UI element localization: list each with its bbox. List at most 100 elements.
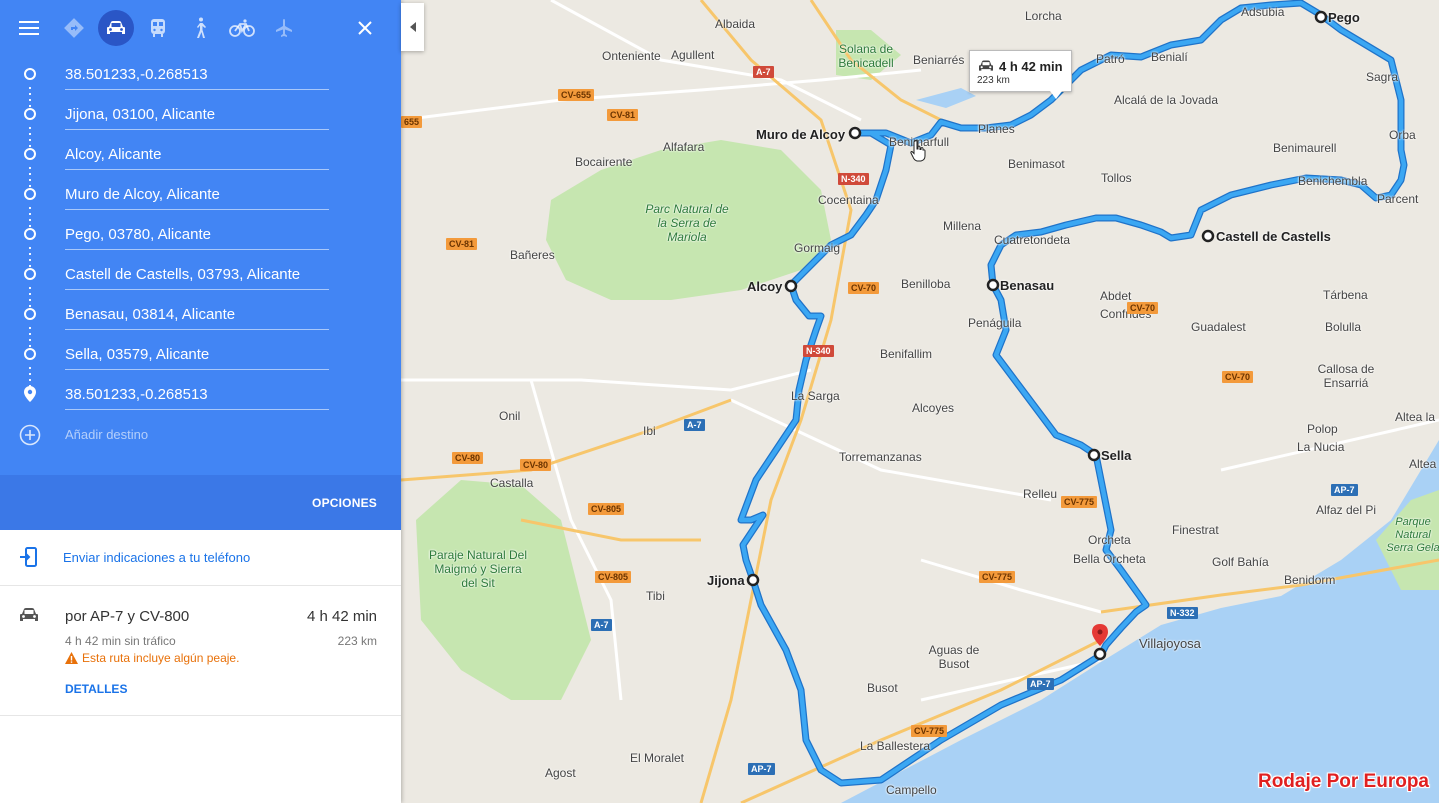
place-label: Campello — [886, 783, 937, 797]
road-shield: CV-775 — [1061, 496, 1098, 508]
waypoint-row: Benasau, 03814, Alicante — [0, 295, 401, 347]
place-label: Benimasot — [1008, 157, 1065, 171]
route-distance: 223 km — [337, 634, 377, 648]
callout-distance: 223 km — [977, 75, 1010, 86]
road-shield: CV-70 — [1222, 371, 1254, 383]
place-label: Cuatretondeta — [994, 233, 1071, 247]
best-route-icon[interactable] — [56, 10, 92, 46]
place-label: Benilloba — [901, 277, 951, 291]
directions-header: 38.501233,-0.268513 Jijona, 03100, Alica… — [0, 0, 401, 475]
waypoint-input[interactable]: Castell de Castells, 03793, Alicante — [65, 260, 329, 290]
place-label: Patró — [1096, 52, 1125, 66]
place-label: Cocentaina — [818, 193, 879, 207]
route-via: por AP-7 y CV-800 — [65, 608, 190, 625]
waypoint-row: Muro de Alcoy, Alicante — [0, 175, 401, 227]
bicycle-mode-icon[interactable] — [224, 10, 260, 46]
place-label: Aguas de Busot — [928, 643, 980, 671]
map-canvas[interactable]: Albaida Lorcha Adsubia Onteniente Agulle… — [401, 0, 1439, 803]
stop-label: Castell de Castells — [1216, 229, 1331, 244]
menu-icon[interactable] — [11, 10, 47, 46]
road-shield: AP-7 — [1027, 678, 1054, 690]
car-icon — [20, 608, 38, 621]
details-button[interactable]: DETALLES — [65, 682, 127, 696]
callout-duration: 4 h 42 min — [999, 59, 1063, 74]
waypoint-input[interactable]: Alcoy, Alicante — [65, 140, 329, 170]
send-to-phone-row[interactable]: Enviar indicaciones a tu teléfono — [0, 530, 401, 586]
road-shield: CV-775 — [911, 725, 948, 737]
waypoint-input[interactable]: Muro de Alcoy, Alicante — [65, 180, 329, 210]
place-label: Bolulla — [1325, 320, 1362, 334]
place-label: Benialí — [1151, 50, 1188, 64]
place-label: Planes — [978, 122, 1015, 136]
place-label: Adsubia — [1241, 5, 1285, 19]
waypoint-input[interactable]: 38.501233,-0.268513 — [65, 60, 329, 90]
transit-mode-icon[interactable] — [140, 10, 176, 46]
route-option-card[interactable]: por AP-7 y CV-800 4 h 42 min 4 h 42 min … — [0, 587, 401, 716]
place-label: Relleu — [1023, 487, 1058, 501]
place-label: La Nucia — [1297, 440, 1345, 454]
collapse-panel-button[interactable] — [401, 3, 424, 51]
waypoint-input[interactable]: Jijona, 03100, Alicante — [65, 100, 329, 130]
place-label: Alcalá de la Jovada — [1113, 93, 1219, 107]
place-label: Busot — [867, 681, 898, 695]
stop-marker[interactable] — [848, 126, 862, 140]
place-label: Bañeres — [510, 248, 555, 262]
add-destination-input[interactable]: Añadir destino — [65, 427, 148, 442]
waypoint-input[interactable]: 38.501233,-0.268513 — [65, 380, 329, 410]
stop-marker[interactable] — [746, 573, 760, 587]
road-shield: CV-80 — [452, 452, 484, 464]
add-destination-row[interactable]: Añadir destino — [0, 415, 401, 455]
place-label: Albaida — [715, 17, 756, 31]
add-circle-icon[interactable] — [19, 424, 41, 446]
warning-icon — [65, 652, 78, 664]
walking-mode-icon[interactable] — [182, 10, 218, 46]
waypoint-input[interactable]: Sella, 03579, Alicante — [65, 340, 329, 370]
waypoint-marker — [24, 268, 36, 280]
place-label: Finestrat — [1172, 523, 1219, 537]
options-button[interactable]: OPCIONES — [312, 496, 377, 510]
callout-pointer — [1050, 91, 1062, 99]
place-label: Beniarrés — [913, 53, 965, 67]
waypoint-marker — [24, 308, 36, 320]
route-no-traffic-time: 4 h 42 min sin tráfico — [65, 634, 176, 648]
place-label: Benimaurell — [1273, 141, 1337, 155]
car-mode-icon[interactable] — [98, 10, 134, 46]
destination-pin-icon — [24, 386, 36, 402]
send-to-phone-link[interactable]: Enviar indicaciones a tu teléfono — [63, 550, 250, 565]
close-icon[interactable] — [347, 10, 383, 46]
road-shield: N-340 — [838, 173, 869, 185]
waypoint-row: Jijona, 03100, Alicante — [0, 95, 401, 147]
road-shield: N-332 — [1167, 607, 1198, 619]
place-label: Agost — [545, 766, 576, 780]
road-shield: A-7 — [753, 66, 774, 78]
stop-marker[interactable] — [1093, 647, 1107, 661]
place-label: Tollos — [1101, 171, 1132, 185]
waypoint-input[interactable]: Pego, 03780, Alicante — [65, 220, 329, 250]
place-label: Villajoyosa — [1139, 636, 1201, 651]
place-label: Onteniente — [602, 49, 661, 63]
stop-marker[interactable] — [1201, 229, 1215, 243]
flight-mode-icon[interactable] — [266, 10, 302, 46]
stop-marker[interactable] — [986, 278, 1000, 292]
road-shield: CV-805 — [595, 571, 632, 583]
route-callout[interactable]: 4 h 42 min 223 km — [969, 50, 1072, 99]
car-icon — [979, 60, 993, 71]
waypoint-input[interactable]: Benasau, 03814, Alicante — [65, 300, 329, 330]
stop-marker[interactable] — [1087, 448, 1101, 462]
place-label: Castalla — [490, 476, 534, 490]
stop-marker[interactable] — [1314, 10, 1328, 24]
stop-label: Alcoy — [747, 279, 783, 294]
stop-label: Muro de Alcoy — [756, 127, 846, 142]
place-label: La Sarga — [791, 389, 840, 403]
road-shield: CV-655 — [558, 89, 595, 101]
waypoint-marker — [24, 348, 36, 360]
place-label: Altea — [1409, 457, 1437, 471]
place-label: Lorcha — [1025, 9, 1062, 23]
place-label: La Ballestera — [860, 739, 931, 753]
place-label: El Moralet — [630, 751, 685, 765]
send-to-phone-icon — [20, 547, 37, 567]
road-shield: CV-805 — [588, 503, 625, 515]
road-shield: AP-7 — [1331, 484, 1358, 496]
stop-label: Benasau — [1000, 278, 1055, 293]
stop-marker[interactable] — [784, 279, 798, 293]
